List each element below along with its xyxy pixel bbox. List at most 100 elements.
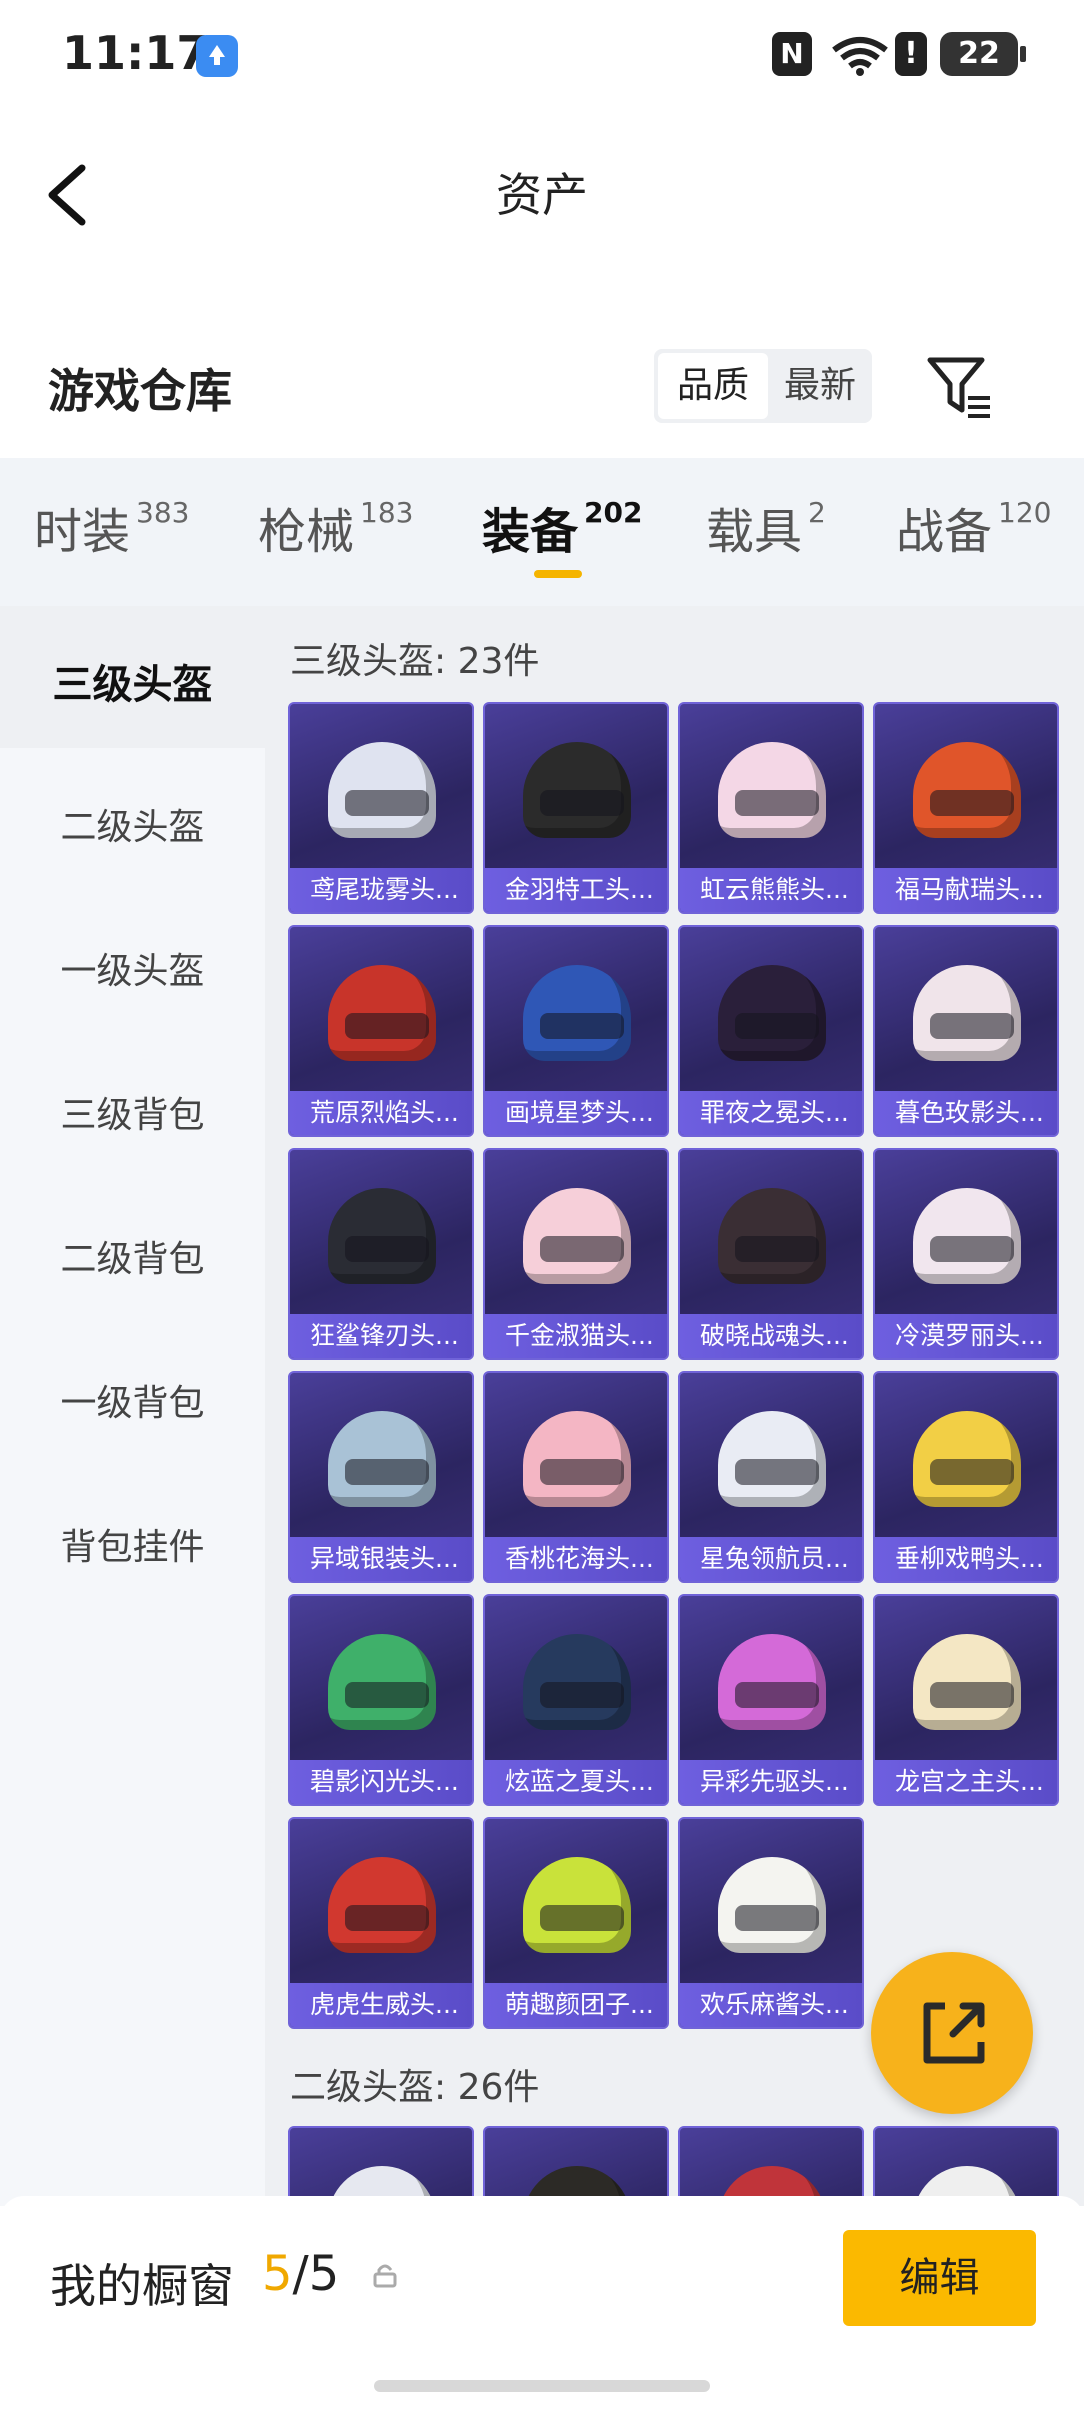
item-card[interactable]: 虹云熊熊头... bbox=[678, 702, 864, 914]
sidebar-item-level1-backpack[interactable]: 一级背包 bbox=[0, 1374, 265, 1426]
sidebar-item-level1-helmet[interactable]: 一级头盔 bbox=[0, 942, 265, 994]
item-name: 福马献瑞头... bbox=[875, 868, 1057, 912]
sidebar-item-level2-backpack[interactable]: 二级背包 bbox=[0, 1230, 265, 1282]
item-name: 香桃花海头... bbox=[485, 1537, 667, 1581]
item-card[interactable]: 冷漠罗丽头... bbox=[873, 1148, 1059, 1360]
item-card[interactable]: 狂鲨锋刃头... bbox=[288, 1148, 474, 1360]
helmet-visor bbox=[930, 1682, 1014, 1708]
helmet-visor bbox=[345, 1905, 429, 1931]
sort-quality-button[interactable]: 品质 bbox=[658, 353, 768, 419]
item-name: 星兔领航员... bbox=[680, 1537, 862, 1581]
helmet-visor bbox=[540, 1905, 624, 1931]
helmet-visor bbox=[345, 1013, 429, 1039]
helmet-visor bbox=[930, 1236, 1014, 1262]
item-card[interactable]: 金羽特工头... bbox=[483, 702, 669, 914]
filter-icon[interactable] bbox=[924, 352, 994, 422]
item-name: 虹云熊熊头... bbox=[680, 868, 862, 912]
tab-label: 载具 bbox=[706, 504, 803, 560]
showcase-label: 我的橱窗 bbox=[50, 2259, 234, 2313]
sidebar-item-level3-helmet[interactable]: 三级头盔 bbox=[0, 652, 265, 710]
tab-weapons[interactable]: 枪械 183 bbox=[258, 492, 413, 562]
wifi-icon bbox=[832, 37, 888, 76]
item-name: 萌趣颜团子... bbox=[485, 1983, 667, 2027]
item-card[interactable]: 星兔领航员... bbox=[678, 1371, 864, 1583]
item-name: 龙宫之主头... bbox=[875, 1760, 1057, 1804]
item-card[interactable]: 碧影闪光头... bbox=[288, 1594, 474, 1806]
sidebar-item-backpack-charm[interactable]: 背包挂件 bbox=[0, 1518, 265, 1570]
home-indicator bbox=[374, 2380, 710, 2392]
sidebar-item-level3-backpack[interactable]: 三级背包 bbox=[0, 1086, 265, 1138]
tab-vehicles[interactable]: 载具 2 bbox=[706, 492, 826, 562]
nfc-icon: N bbox=[772, 32, 812, 76]
item-card[interactable]: 龙宫之主头... bbox=[873, 1594, 1059, 1806]
item-name: 鸢尾珑雾头... bbox=[290, 868, 472, 912]
item-name: 破晓战魂头... bbox=[680, 1314, 862, 1358]
sort-newest-button[interactable]: 最新 bbox=[768, 353, 872, 419]
item-name: 垂柳戏鸭头... bbox=[875, 1537, 1057, 1581]
alert-icon: ! bbox=[895, 32, 927, 76]
tab-count: 383 bbox=[136, 496, 190, 529]
item-name: 狂鲨锋刃头... bbox=[290, 1314, 472, 1358]
tab-equipment[interactable]: 装备 202 bbox=[482, 492, 642, 562]
item-name: 异域银装头... bbox=[290, 1537, 472, 1581]
tab-fashion[interactable]: 时装 383 bbox=[34, 492, 189, 562]
helmet-visor bbox=[930, 1459, 1014, 1485]
helmet-visor bbox=[540, 1236, 624, 1262]
tab-count: 2 bbox=[808, 496, 826, 529]
item-name: 荒原烈焰头... bbox=[290, 1091, 472, 1135]
helmet-visor bbox=[930, 1013, 1014, 1039]
item-card[interactable]: 福马献瑞头... bbox=[873, 702, 1059, 914]
section-title-level3: 三级头盔: 23件 bbox=[290, 641, 540, 682]
showcase-total: /5 bbox=[292, 2246, 340, 2302]
item-card[interactable]: 垂柳戏鸭头... bbox=[873, 1371, 1059, 1583]
showcase-count: 5/5 bbox=[262, 2246, 339, 2302]
item-card[interactable]: 异域银装头... bbox=[288, 1371, 474, 1583]
share-icon bbox=[923, 2002, 985, 2064]
sidebar-item-level2-helmet[interactable]: 二级头盔 bbox=[0, 798, 265, 850]
warehouse-title: 游戏仓库 bbox=[48, 364, 232, 418]
item-card[interactable]: 暮色玫影头... bbox=[873, 925, 1059, 1137]
tab-count: 202 bbox=[584, 496, 643, 529]
item-card[interactable]: 香桃花海头... bbox=[483, 1371, 669, 1583]
item-card[interactable]: 萌趣颜团子... bbox=[483, 1817, 669, 2029]
item-name: 炫蓝之夏头... bbox=[485, 1760, 667, 1804]
item-name: 虎虎生威头... bbox=[290, 1983, 472, 2027]
status-bar: 11:17 N ! 22 bbox=[0, 0, 1084, 110]
helmet-visor bbox=[735, 790, 819, 816]
helmet-visor bbox=[735, 1905, 819, 1931]
edit-button[interactable]: 编辑 bbox=[843, 2230, 1036, 2326]
item-card[interactable]: 炫蓝之夏头... bbox=[483, 1594, 669, 1806]
item-name: 冷漠罗丽头... bbox=[875, 1314, 1057, 1358]
item-card[interactable]: 破晓战魂头... bbox=[678, 1148, 864, 1360]
item-name: 欢乐麻酱头... bbox=[680, 1983, 862, 2027]
tab-count: 183 bbox=[360, 496, 414, 529]
item-name: 画境星梦头... bbox=[485, 1091, 667, 1135]
item-card[interactable]: 欢乐麻酱头... bbox=[678, 1817, 864, 2029]
tab-supplies[interactable]: 战备 120 bbox=[896, 492, 1051, 562]
helmet-visor bbox=[345, 1459, 429, 1485]
item-name: 暮色玫影头... bbox=[875, 1091, 1057, 1135]
item-card[interactable]: 虎虎生威头... bbox=[288, 1817, 474, 2029]
helmet-visor bbox=[345, 790, 429, 816]
status-time: 11:17 bbox=[62, 26, 209, 80]
item-card[interactable]: 千金淑猫头... bbox=[483, 1148, 669, 1360]
item-card[interactable]: 罪夜之冕头... bbox=[678, 925, 864, 1137]
item-name: 千金淑猫头... bbox=[485, 1314, 667, 1358]
tab-label: 时装 bbox=[34, 504, 131, 560]
item-card[interactable]: 荒原烈焰头... bbox=[288, 925, 474, 1137]
helmet-visor bbox=[345, 1236, 429, 1262]
item-card[interactable]: 画境星梦头... bbox=[483, 925, 669, 1137]
helmet-visor bbox=[540, 790, 624, 816]
share-button[interactable] bbox=[871, 1952, 1033, 2114]
tab-active-indicator bbox=[534, 570, 582, 578]
tab-count: 120 bbox=[998, 496, 1052, 529]
helmet-visor bbox=[540, 1682, 624, 1708]
battery-icon: 22 bbox=[940, 32, 1026, 76]
helmet-visor bbox=[345, 1682, 429, 1708]
item-name: 碧影闪光头... bbox=[290, 1760, 472, 1804]
item-name: 罪夜之冕头... bbox=[680, 1091, 862, 1135]
item-card[interactable]: 鸢尾珑雾头... bbox=[288, 702, 474, 914]
helmet-visor bbox=[735, 1459, 819, 1485]
item-card[interactable]: 异彩先驱头... bbox=[678, 1594, 864, 1806]
helmet-visor bbox=[735, 1682, 819, 1708]
